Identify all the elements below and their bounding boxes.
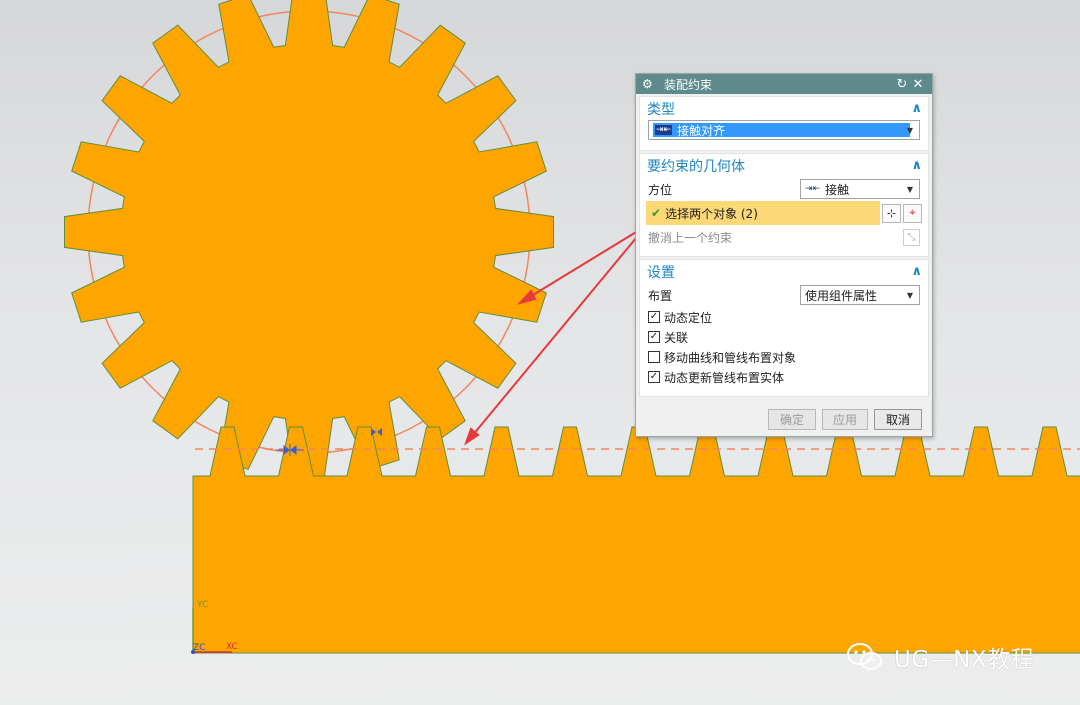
geometry-group: 要约束的几何体 ∧ 方位 ⇥⇤ 接触 ▼ ✔ 选择两个对象 (2) ⊹ ⌖ 撤消… [639, 153, 929, 257]
orientation-value: 接触 [825, 182, 850, 197]
dialog-titlebar[interactable]: ⚙ 装配约束 ↻ ✕ [636, 74, 932, 94]
check-icon: ✔ [651, 206, 662, 220]
layout-value: 使用组件属性 [805, 288, 878, 303]
option-dynamic-positioning[interactable]: ✓ 动态定位 [640, 307, 928, 327]
spur-gear[interactable] [64, 0, 554, 477]
select-objects-row[interactable]: ✔ 选择两个对象 (2) ⊹ ⌖ [646, 201, 922, 225]
option-associative[interactable]: ✓ 关联 [640, 327, 928, 347]
type-group: 类型 ∧ ⇥⇤ 接触对齐 ▼ [639, 96, 929, 151]
checkbox[interactable] [648, 351, 660, 363]
checkbox[interactable]: ✓ [648, 371, 660, 383]
ok-button[interactable]: 确定 [768, 409, 816, 430]
assembly-constraint-dialog: ⚙ 装配约束 ↻ ✕ 类型 ∧ ⇥⇤ 接触对齐 ▼ 要约束的几何体 ∧ 方位 ⇥… [635, 73, 933, 437]
wechat-icon [847, 643, 882, 670]
dialog-title: 装配约束 [664, 77, 713, 92]
select-objects-field[interactable]: ✔ 选择两个对象 (2) [646, 201, 880, 225]
chevron-down-icon[interactable]: ▼ [903, 180, 917, 198]
axis-label-y: YC [196, 600, 208, 610]
dialog-footer: 确定 应用 取消 [636, 409, 932, 430]
chevron-down-icon[interactable]: ▼ [903, 121, 917, 139]
touch-align-icon: ⇥⇤ [655, 125, 673, 135]
collapse-icon[interactable]: ∧ [911, 264, 922, 279]
type-group-header[interactable]: 类型 ∧ [640, 97, 928, 120]
settings-group: 设置 ∧ 布置 使用组件属性 ▼ ✓ 动态定位 ✓ 关联 移动曲线和管线布置对象… [639, 259, 929, 397]
orientation-select[interactable]: ⇥⇤ 接触 ▼ [800, 179, 920, 199]
option-label: 关联 [664, 330, 689, 345]
axis-label-z: ZC [193, 643, 205, 653]
constraint-type-select[interactable]: ⇥⇤ 接触对齐 ▼ [648, 120, 920, 140]
chevron-down-icon[interactable]: ▼ [903, 286, 917, 304]
geometry-group-title: 要约束的几何体 [647, 158, 745, 175]
settings-group-header[interactable]: 设置 ∧ [640, 260, 928, 283]
undo-icon[interactable]: ⤡ [903, 228, 920, 246]
cancel-button[interactable]: 取消 [874, 409, 922, 430]
option-move-curves[interactable]: 移动曲线和管线布置对象 [640, 347, 928, 367]
checkbox[interactable]: ✓ [648, 331, 660, 343]
layout-label: 布置 [648, 288, 673, 303]
collapse-icon[interactable]: ∧ [911, 158, 922, 173]
option-label: 动态更新管线布置实体 [664, 370, 785, 385]
gear-icon: ⚙ [642, 77, 653, 91]
undo-last-constraint[interactable]: 撤消上一个约束 [648, 229, 903, 246]
orientation-label: 方位 [648, 182, 673, 197]
type-group-title: 类型 [647, 101, 675, 118]
orientation-row: 方位 ⇥⇤ 接触 ▼ [640, 177, 928, 201]
axis-label-x: XC [226, 642, 238, 652]
collapse-icon[interactable]: ∧ [911, 101, 922, 116]
option-label: 动态定位 [664, 310, 713, 325]
watermark-text: UG—NX教程 [894, 647, 1035, 673]
constraint-type-selected: ⇥⇤ 接触对齐 [653, 123, 910, 138]
undo-row: 撤消上一个约束 ⤡ [640, 225, 928, 249]
checkbox[interactable]: ✓ [648, 311, 660, 323]
watermark: UG—NX教程 [846, 640, 1034, 674]
reset-icon[interactable]: ↻ [894, 77, 910, 92]
apply-button[interactable]: 应用 [822, 409, 868, 430]
geometry-group-header[interactable]: 要约束的几何体 ∧ [640, 154, 928, 177]
layout-row: 布置 使用组件属性 ▼ [640, 283, 928, 307]
crosshair-icon[interactable]: ⌖ [903, 203, 922, 223]
layout-select[interactable]: 使用组件属性 ▼ [800, 285, 920, 305]
settings-group-title: 设置 [647, 264, 675, 281]
touch-icon: ⇥⇤ [805, 184, 821, 194]
option-dynamic-update[interactable]: ✓ 动态更新管线布置实体 [640, 367, 928, 387]
select-objects-label: 选择两个对象 (2) [665, 206, 758, 221]
constraint-type-value: 接触对齐 [677, 123, 726, 138]
close-icon[interactable]: ✕ [910, 77, 926, 92]
point-dialog-icon[interactable]: ⊹ [882, 203, 901, 223]
option-label: 移动曲线和管线布置对象 [664, 350, 797, 365]
